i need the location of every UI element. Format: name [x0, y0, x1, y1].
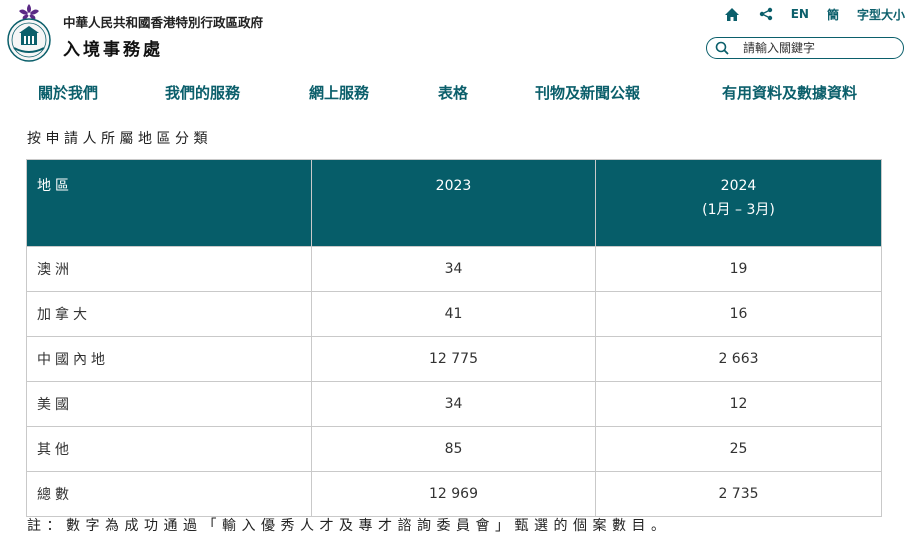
top-utility-links: EN 簡 字型大小 [723, 5, 905, 23]
header-2024-period: (1月 – 3月) [702, 202, 775, 218]
value-2024-cell: 16 [595, 291, 882, 337]
immigration-department-logo[interactable] [4, 2, 54, 64]
nav-useful-info-statistics[interactable]: 有用資料及數據資料 [722, 82, 857, 103]
region-cell: 總數 [26, 471, 312, 517]
nav-online-services[interactable]: 網上服務 [309, 82, 369, 103]
region-cell: 澳洲 [26, 246, 312, 292]
value-2024-cell: 25 [595, 426, 882, 472]
nav-publications-press-releases[interactable]: 刊物及新聞公報 [535, 82, 640, 103]
value-2023-cell: 12 775 [311, 336, 596, 382]
search-icon[interactable] [715, 41, 729, 55]
table-row: 加拿大 41 16 [26, 291, 882, 337]
value-2023-cell: 34 [311, 246, 596, 292]
table-row: 其他 85 25 [26, 426, 882, 472]
value-2024-cell: 2 735 [595, 471, 882, 517]
share-icon[interactable] [757, 6, 775, 22]
font-size-link[interactable]: 字型大小 [857, 6, 905, 23]
table-footnote: 註：數字為成功通過「輸入優秀人才及專才諮詢委員會」甄選的個案數目。 [27, 518, 671, 534]
english-language-link[interactable]: EN [791, 7, 809, 21]
department-name[interactable]: 入境事務處 [63, 35, 163, 60]
value-2024-cell: 2 663 [595, 336, 882, 382]
region-cell: 中國內地 [26, 336, 312, 382]
header-2023: 2023 [311, 159, 596, 247]
value-2023-cell: 34 [311, 381, 596, 427]
main-navigation: 關於我們 我們的服務 網上服務 表格 刊物及新聞公報 有用資料及數據資料 [0, 82, 905, 104]
table-row: 美國 34 12 [26, 381, 882, 427]
value-2023-cell: 85 [311, 426, 596, 472]
statistics-table: 地區 2023 2024 (1月 – 3月) 澳洲 34 19 加拿大 41 1… [26, 159, 882, 517]
nav-our-services[interactable]: 我們的服務 [165, 82, 240, 103]
table-row-total: 總數 12 969 2 735 [26, 471, 882, 517]
value-2023-cell: 12 969 [311, 471, 596, 517]
table-header-row: 地區 2023 2024 (1月 – 3月) [26, 159, 882, 247]
home-icon[interactable] [723, 6, 741, 22]
region-cell: 其他 [26, 426, 312, 472]
header-2024-year: 2024 [720, 178, 757, 194]
search-input[interactable] [743, 41, 893, 55]
header-region: 地區 [26, 159, 312, 247]
section-title: 按申請人所屬地區分類 [27, 131, 212, 147]
government-name: 中華人民共和國香港特別行政區政府 [63, 15, 264, 30]
search-box[interactable] [706, 37, 904, 59]
nav-forms[interactable]: 表格 [438, 82, 468, 103]
region-cell: 美國 [26, 381, 312, 427]
nav-about-us[interactable]: 關於我們 [38, 82, 98, 103]
table-row: 澳洲 34 19 [26, 246, 882, 292]
value-2024-cell: 19 [595, 246, 882, 292]
region-cell: 加拿大 [26, 291, 312, 337]
value-2024-cell: 12 [595, 381, 882, 427]
value-2023-cell: 41 [311, 291, 596, 337]
header-2024: 2024 (1月 – 3月) [595, 159, 882, 247]
table-row: 中國內地 12 775 2 663 [26, 336, 882, 382]
simplified-chinese-link[interactable]: 簡 [827, 6, 839, 23]
